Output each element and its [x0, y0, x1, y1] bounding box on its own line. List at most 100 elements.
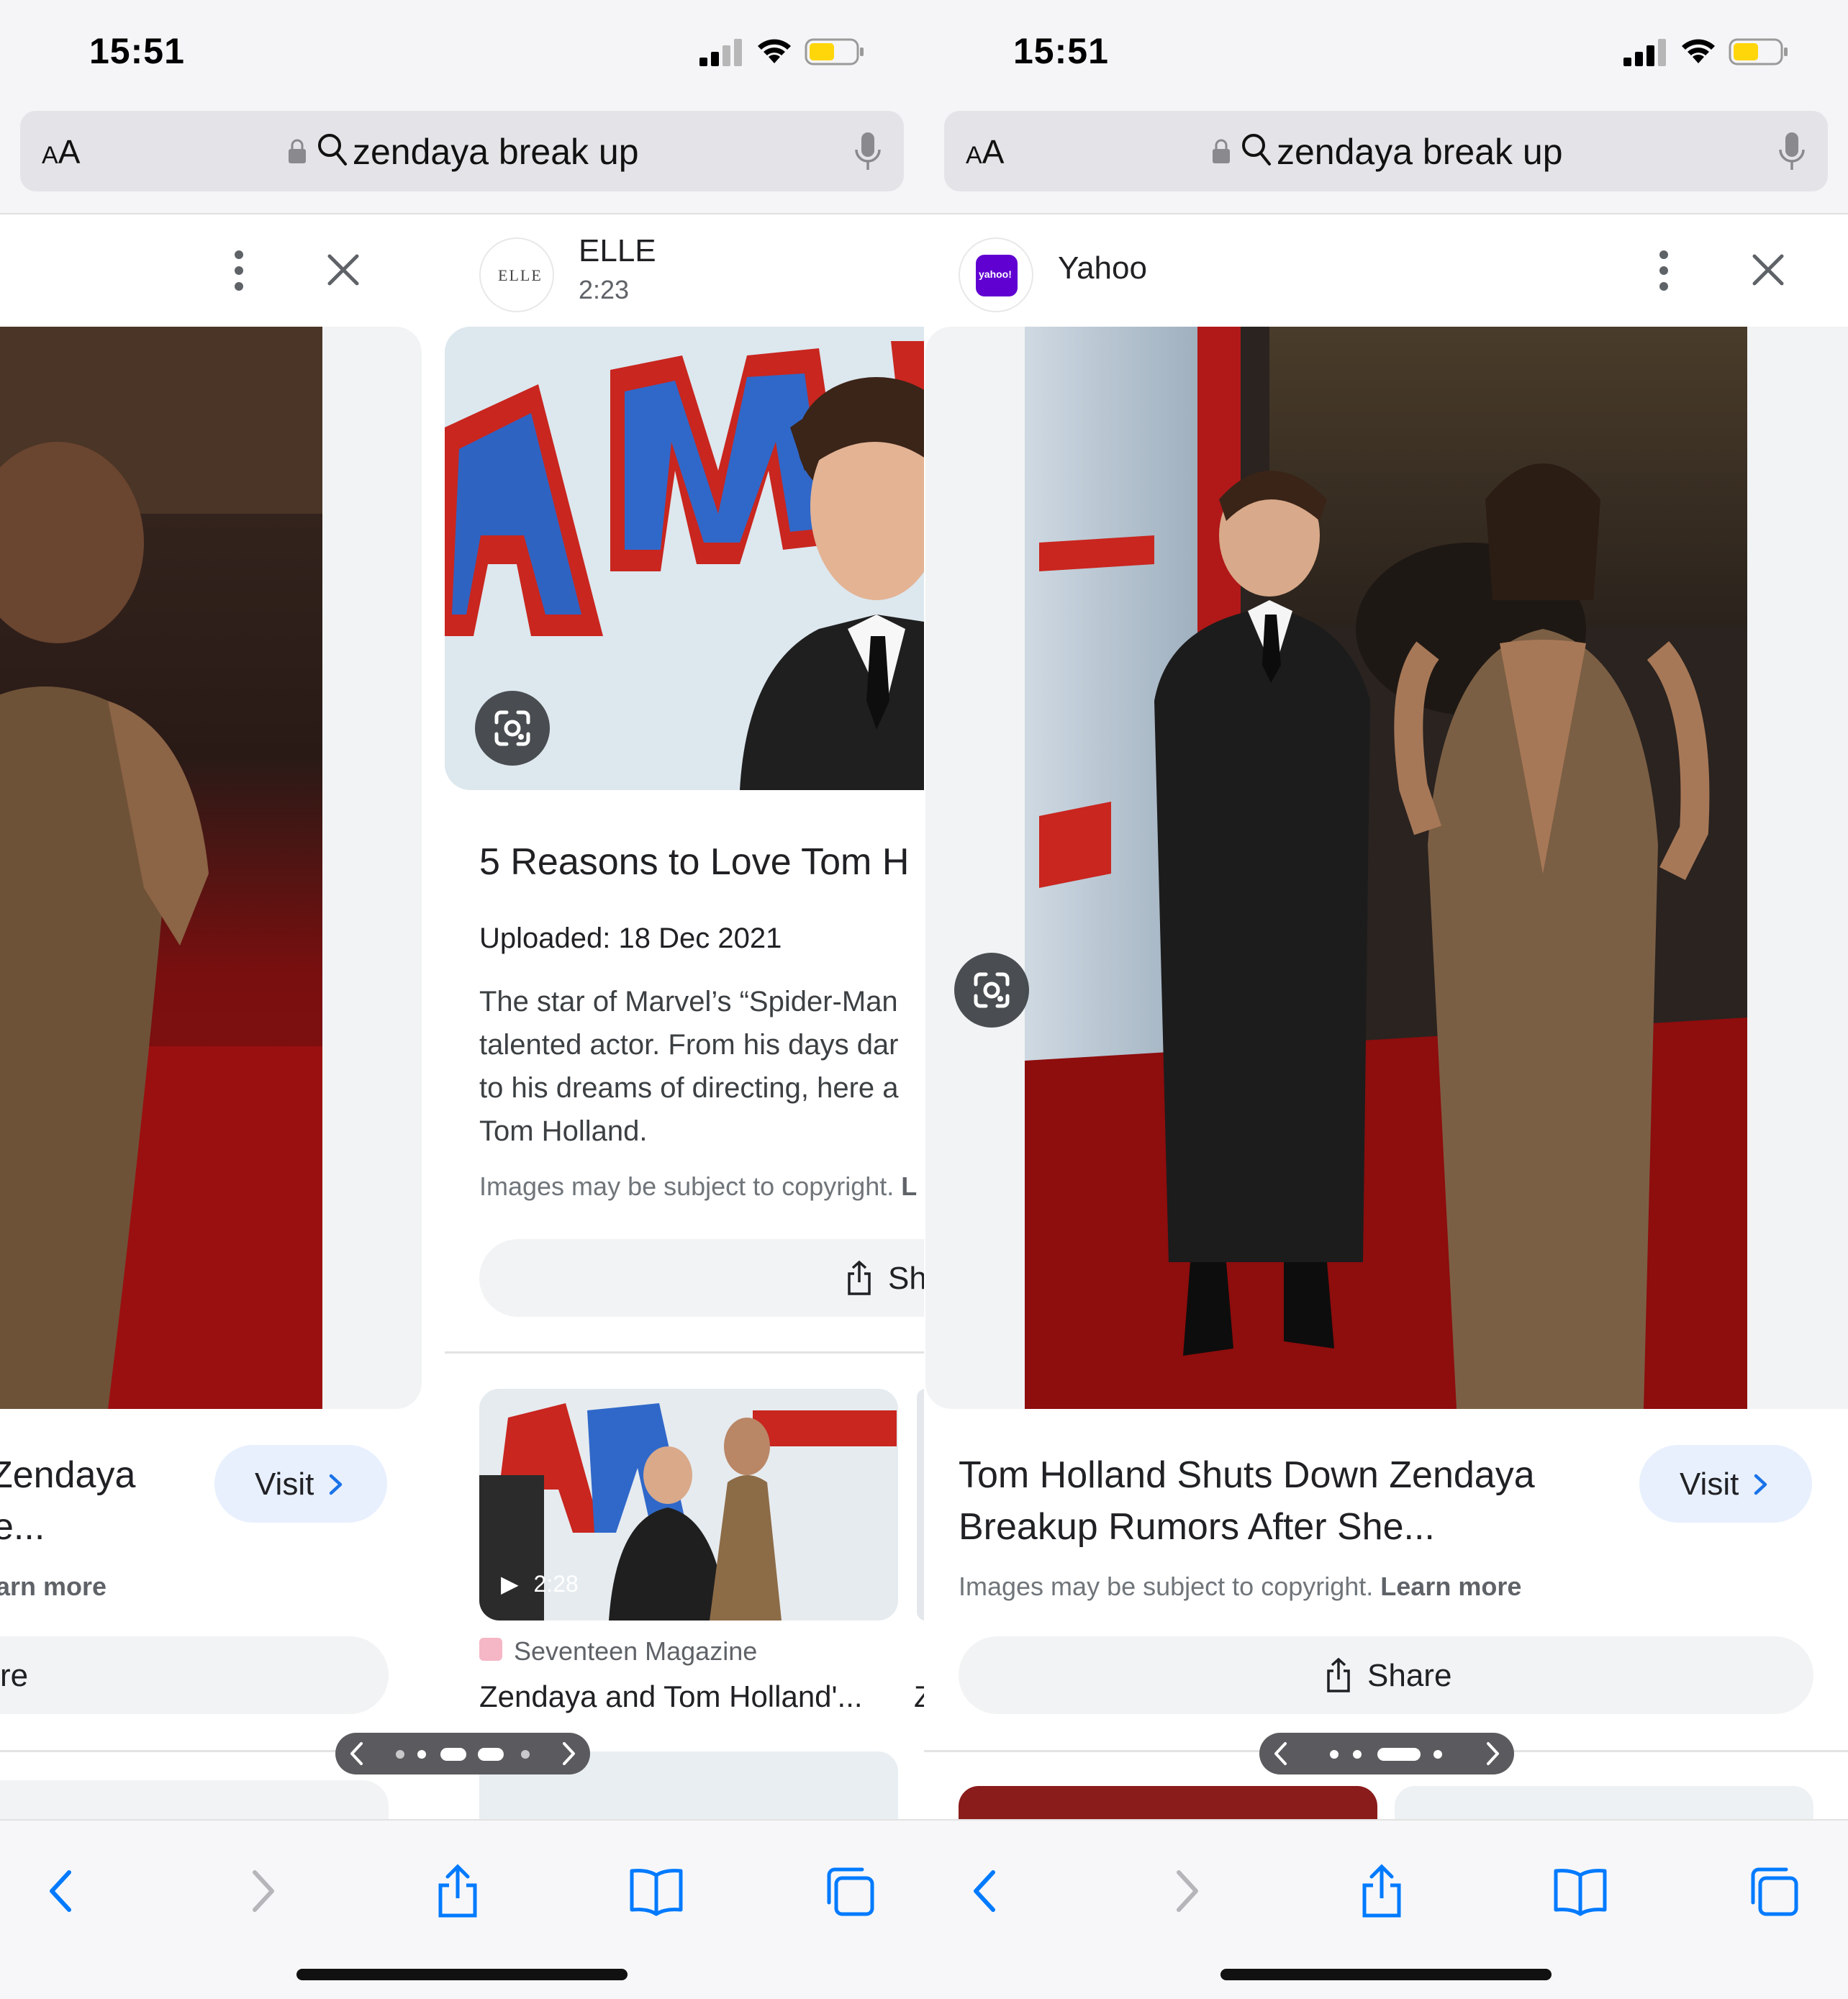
cellular-signal-icon	[699, 39, 742, 66]
share-button[interactable]: Sh	[479, 1239, 924, 1317]
yahoo-logo-badge: yahoo!	[976, 255, 1018, 296]
tabs-icon[interactable]	[1749, 1862, 1801, 1920]
phone-screenshot-left: 15:51 AA zendaya break up Zendaya e... V…	[0, 0, 924, 1999]
close-icon[interactable]	[1750, 252, 1786, 288]
copyright-notice: Images may be subject to copyright. L	[479, 1171, 918, 1201]
result-title-line2[interactable]: Breakup Rumors After She...	[959, 1501, 1435, 1553]
wifi-icon	[1682, 39, 1715, 63]
home-indicator	[1220, 1969, 1552, 1980]
back-icon[interactable]	[36, 1862, 88, 1920]
chevron-right-icon	[329, 1474, 343, 1495]
related-thumbnail[interactable]	[1395, 1786, 1813, 1819]
pager-dot	[1433, 1750, 1442, 1759]
pager-prev-icon[interactable]	[348, 1741, 366, 1766]
result-title-line1[interactable]: Tom Holland Shuts Down Zendaya	[959, 1449, 1535, 1501]
status-bar: 15:51	[0, 0, 924, 108]
related-title[interactable]: Zendaya and Tom Holland'...	[479, 1680, 863, 1714]
related-video-thumbnail[interactable]: ▶ 2:28	[479, 1389, 898, 1620]
forward-icon[interactable]	[236, 1862, 288, 1920]
tabs-icon[interactable]	[825, 1862, 877, 1920]
reader-settings-button[interactable]: AA	[42, 132, 80, 171]
close-icon[interactable]	[325, 252, 361, 288]
more-options-icon[interactable]	[232, 249, 246, 292]
pager-dot	[396, 1750, 404, 1759]
description-line-2: talented actor. From his days dar	[479, 1029, 899, 1061]
play-icon: ▶	[501, 1571, 519, 1597]
share-label: Share	[1367, 1658, 1452, 1693]
prev-learn-more-link[interactable]: arn more	[0, 1572, 107, 1602]
back-icon[interactable]	[960, 1862, 1012, 1920]
lens-icon	[974, 972, 1010, 1008]
wifi-icon	[758, 39, 791, 63]
related-source: Seventeen Magazine	[514, 1636, 758, 1666]
battery-icon	[805, 38, 864, 65]
browser-top-bar: AA zendaya break up	[924, 108, 1848, 214]
share-icon[interactable]	[1356, 1862, 1408, 1920]
next-related-thumbnail[interactable]	[917, 1389, 924, 1620]
reader-settings-button[interactable]: AA	[966, 132, 1004, 171]
image-viewer-carousel: Zendaya e... Visit arn more re ELLE ELLE…	[0, 214, 924, 1819]
prev-share-label: re	[0, 1658, 29, 1693]
status-time: 15:51	[1013, 31, 1109, 71]
pager-next-icon[interactable]	[1484, 1741, 1501, 1766]
carousel-pager[interactable]	[1259, 1733, 1514, 1774]
pager-next-icon[interactable]	[560, 1741, 577, 1766]
tom-and-zendaya-photo[interactable]	[1025, 327, 1747, 1409]
search-query[interactable]: zendaya break up	[353, 131, 639, 173]
image-viewer-detail: yahoo! Yahoo Tom Holland Shuts Down Zend…	[924, 214, 1848, 1819]
microphone-icon[interactable]	[1777, 131, 1806, 173]
tom-and-zendaya-photo-art	[1025, 327, 1747, 1409]
divider	[445, 1351, 924, 1354]
play-overlay[interactable]: ▶ 2:28	[501, 1570, 579, 1597]
video-duration-header: 2:23	[579, 275, 630, 304]
lock-icon	[289, 139, 306, 163]
address-bar[interactable]: AA zendaya break up	[944, 111, 1828, 191]
visit-button[interactable]: Visit	[214, 1445, 387, 1523]
yahoo-logo[interactable]: yahoo!	[959, 237, 1033, 312]
safari-toolbar	[924, 1819, 1848, 1999]
source-name[interactable]: Yahoo	[1058, 250, 1147, 286]
pager-dot	[417, 1750, 426, 1759]
source-name[interactable]: ELLE	[579, 233, 656, 269]
carousel-pager[interactable]	[335, 1733, 590, 1774]
prev-result-title-line2[interactable]: e...	[0, 1501, 45, 1553]
next-row-thumbnail[interactable]	[0, 1780, 389, 1819]
pager-prev-icon[interactable]	[1272, 1741, 1290, 1766]
learn-more-link[interactable]: L	[901, 1171, 917, 1201]
next-related-title[interactable]: Z	[914, 1680, 924, 1714]
search-icon	[318, 134, 347, 166]
search-query[interactable]: zendaya break up	[1277, 131, 1563, 173]
pager-dot	[440, 1748, 466, 1761]
forward-icon[interactable]	[1160, 1862, 1212, 1920]
bookmarks-icon[interactable]	[1552, 1862, 1609, 1920]
share-icon	[848, 1260, 871, 1295]
google-lens-button[interactable]	[475, 691, 550, 766]
share-button[interactable]: Share	[959, 1636, 1813, 1714]
phone-screenshot-right: 15:51 AA zendaya break up yahoo! Yahoo T…	[924, 0, 1848, 1999]
more-options-icon[interactable]	[1657, 249, 1671, 292]
share-icon	[1327, 1657, 1350, 1692]
elle-logo-text: ELLE	[498, 266, 543, 284]
pager-dot	[521, 1750, 530, 1759]
pager-dot	[1330, 1750, 1339, 1759]
learn-more-link[interactable]: Learn more	[1380, 1572, 1521, 1601]
pager-active-dot	[1377, 1748, 1421, 1761]
visit-button[interactable]: Visit	[1639, 1445, 1812, 1523]
visit-label: Visit	[255, 1467, 314, 1502]
share-icon[interactable]	[432, 1862, 484, 1920]
related-thumbnail[interactable]	[959, 1786, 1377, 1819]
chevron-right-icon	[1754, 1474, 1767, 1495]
result-title[interactable]: 5 Reasons to Love Tom H	[479, 836, 909, 888]
bookmarks-icon[interactable]	[628, 1862, 685, 1920]
status-time: 15:51	[89, 31, 185, 71]
pager-active-dot	[478, 1748, 504, 1761]
address-bar[interactable]: AA zendaya break up	[20, 111, 904, 191]
google-lens-button[interactable]	[954, 953, 1029, 1028]
zendaya-red-carpet-photo[interactable]	[0, 327, 322, 1409]
zendaya-photo-art	[0, 327, 322, 1409]
prev-result-title-line1[interactable]: Zendaya	[0, 1449, 135, 1501]
elle-logo[interactable]: ELLE	[479, 237, 554, 312]
lens-icon	[494, 710, 530, 746]
microphone-icon[interactable]	[853, 131, 882, 173]
prev-share-button[interactable]: re	[0, 1636, 389, 1714]
